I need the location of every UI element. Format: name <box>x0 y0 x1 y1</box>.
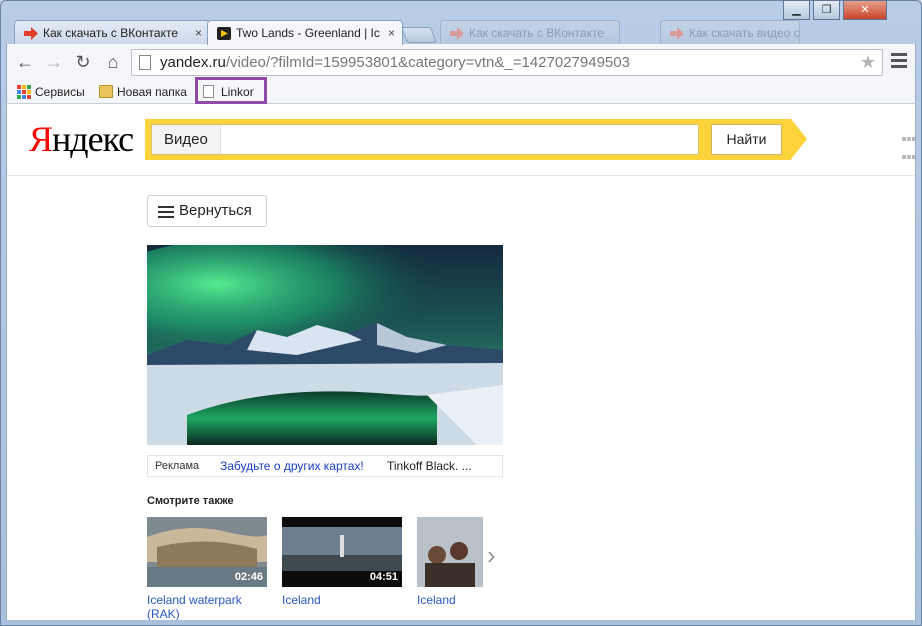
tab-two-lands[interactable]: Two Lands - Greenland | Ic × <box>207 20 403 45</box>
yandex-video-icon <box>217 27 231 40</box>
tab-title: Как скачать с ВКонтакте <box>469 26 604 40</box>
bookmark-star-icon[interactable]: ★ <box>860 50 876 75</box>
red-arrow-icon <box>24 27 38 40</box>
video-player[interactable] <box>147 245 503 445</box>
aurora-landscape-image <box>147 245 503 445</box>
yandex-logo[interactable]: Яндекс <box>29 118 134 160</box>
browser-toolbar: ← → ↻ ⌂ yandex.ru/video/?filmId=15995380… <box>6 44 916 80</box>
ad-label: Реклама <box>155 460 200 472</box>
new-tab-button[interactable] <box>401 27 437 43</box>
menu-icon[interactable] <box>891 53 907 69</box>
folder-icon <box>99 85 113 98</box>
bookmark-new-folder[interactable]: Новая папка <box>97 82 187 102</box>
see-also-heading: Смотрите также <box>147 495 234 507</box>
bookmark-label: Сервисы <box>35 85 85 99</box>
reload-icon[interactable]: ↻ <box>71 50 95 74</box>
video-duration: 04:51 <box>369 571 398 583</box>
bookmarks-bar: Сервисы Новая папка Linkor <box>6 77 916 104</box>
related-video-title[interactable]: Iceland <box>417 593 537 607</box>
yandex-header: Яндекс Видео Найти <box>7 104 915 176</box>
related-video-thumbnail[interactable]: 04:51 <box>282 517 402 587</box>
address-bar[interactable]: yandex.ru/video/?filmId=159953801&catego… <box>131 49 883 76</box>
search-scope-label: Видео <box>152 125 221 154</box>
ad-banner[interactable]: Реклама Забудьте о других картах! Tinkof… <box>147 455 503 477</box>
related-video-title[interactable]: Iceland <box>282 593 402 607</box>
back-button-label: Вернуться <box>179 202 252 219</box>
chevron-right-icon[interactable]: › <box>487 540 496 571</box>
red-arrow-icon <box>670 27 684 40</box>
hamburger-icon <box>158 206 174 221</box>
home-icon[interactable]: ⌂ <box>101 50 125 74</box>
thumbnail-image <box>417 517 483 587</box>
apps-grid-icon <box>17 85 31 99</box>
related-video-title[interactable]: Iceland waterpark (RAK) <box>147 593 267 620</box>
bookmark-services[interactable]: Сервисы <box>15 82 85 102</box>
ad-text: Tinkoff Black. ... <box>387 459 472 473</box>
tab-vk-download-3[interactable]: Как скачать с ВКонтакте <box>440 20 620 45</box>
tab-vk-download-4[interactable]: Как скачать видео с <box>660 20 800 45</box>
web-page: Яндекс Видео Найти Вернуться Реклама Заб… <box>6 104 916 620</box>
search-button[interactable]: Найти <box>711 124 782 155</box>
tab-title: Как скачать с ВКонтакте <box>43 26 178 40</box>
url-text[interactable]: yandex.ru/video/?filmId=159953801&catego… <box>160 50 630 75</box>
related-video-thumbnail[interactable]: 02:46 <box>147 517 267 587</box>
tab-close-icon[interactable]: × <box>195 21 202 45</box>
tab-title: Как скачать видео с <box>689 26 800 40</box>
tab-title: Two Lands - Greenland | Ic <box>236 26 380 40</box>
tab-vk-download[interactable]: Как скачать с ВКонтакте × <box>14 20 210 45</box>
red-arrow-icon <box>450 27 464 40</box>
tab-close-icon[interactable]: × <box>388 21 395 45</box>
video-duration: 02:46 <box>234 571 263 583</box>
tab-strip: Как скачать с ВКонтакте Как скачать виде… <box>0 0 922 45</box>
highlight-box <box>195 77 267 104</box>
forward-arrow-icon[interactable]: → <box>42 50 66 74</box>
bookmark-label: Новая папка <box>117 85 187 99</box>
back-button[interactable]: Вернуться <box>147 195 267 227</box>
search-bar: Видео Найти <box>145 119 807 160</box>
search-input[interactable]: Видео <box>151 124 699 155</box>
back-arrow-icon[interactable]: ← <box>13 50 37 74</box>
services-grid-icon[interactable] <box>902 129 915 159</box>
page-icon <box>139 55 151 70</box>
related-video-thumbnail[interactable] <box>417 517 483 587</box>
ad-link[interactable]: Забудьте о других картах! <box>220 456 364 476</box>
